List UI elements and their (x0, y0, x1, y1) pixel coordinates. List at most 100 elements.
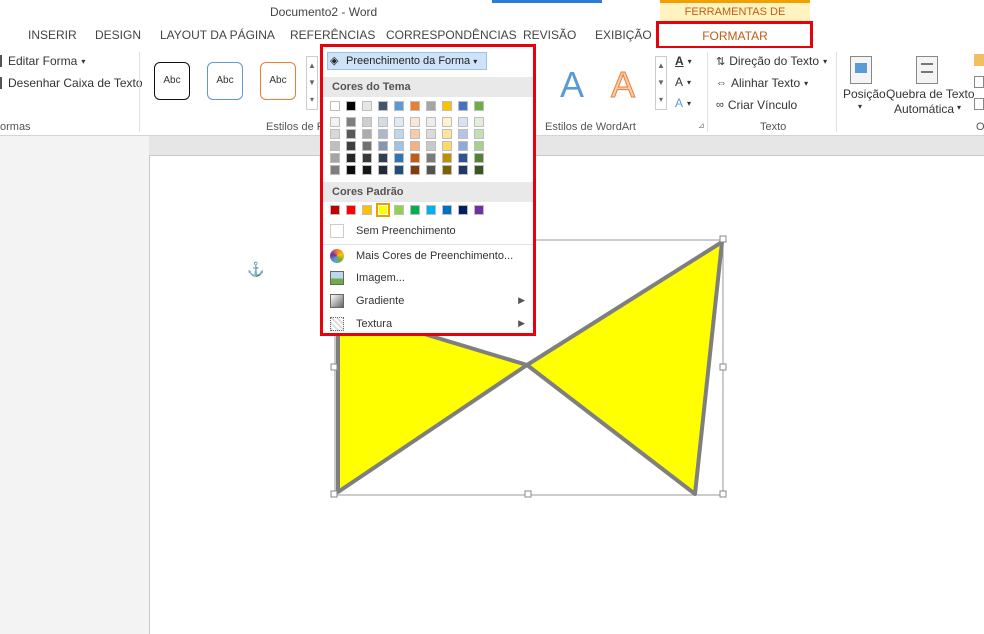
resize-handle[interactable] (719, 490, 727, 498)
theme-color-swatch[interactable] (426, 101, 436, 111)
texture-fill-item[interactable]: Textura ▶ (323, 313, 533, 335)
theme-shade-swatch[interactable] (394, 117, 404, 127)
paint-bucket-icon: ◈ (330, 55, 339, 67)
theme-shade-swatch[interactable] (378, 153, 388, 163)
more-fill-colors-label: Mais Cores de Preenchimento... (356, 250, 514, 262)
submenu-arrow-icon: ▶ (518, 295, 525, 305)
theme-color-swatch[interactable] (330, 101, 340, 111)
theme-shade-swatch[interactable] (442, 153, 452, 163)
theme-shade-swatch[interactable] (442, 117, 452, 127)
standard-color-swatch[interactable] (394, 205, 404, 215)
standard-colors-title: Cores Padrão (323, 182, 533, 202)
resize-handle[interactable] (719, 235, 727, 243)
shape-fill-dropdown: ◈ Preenchimento da Forma ▾ Cores do Tema… (320, 44, 536, 336)
standard-color-swatch[interactable] (376, 203, 390, 217)
standard-color-swatch[interactable] (474, 205, 484, 215)
theme-shade-swatch[interactable] (378, 129, 388, 139)
standard-color-swatch[interactable] (410, 205, 420, 215)
resize-handle[interactable] (330, 363, 338, 371)
theme-color-swatch[interactable] (394, 101, 404, 111)
theme-shade-swatch[interactable] (410, 165, 420, 175)
resize-handle[interactable] (330, 490, 338, 498)
theme-shade-swatch[interactable] (330, 117, 340, 127)
theme-shade-swatch[interactable] (474, 153, 484, 163)
theme-shade-swatch[interactable] (378, 141, 388, 151)
theme-shade-swatch[interactable] (330, 153, 340, 163)
theme-shade-swatch[interactable] (474, 165, 484, 175)
shape-fill-label: Preenchimento da Forma (346, 55, 471, 67)
texture-icon (330, 317, 344, 331)
theme-shade-swatch[interactable] (346, 117, 356, 127)
theme-shade-swatch[interactable] (330, 165, 340, 175)
theme-shade-swatch[interactable] (346, 141, 356, 151)
theme-color-swatch[interactable] (378, 101, 388, 111)
theme-shade-swatch[interactable] (474, 117, 484, 127)
theme-colors-title: Cores do Tema (323, 77, 533, 97)
theme-color-swatch[interactable] (410, 101, 420, 111)
theme-shade-swatch[interactable] (410, 153, 420, 163)
theme-color-swatch[interactable] (474, 101, 484, 111)
theme-shade-swatch[interactable] (442, 141, 452, 151)
gradient-icon (330, 294, 344, 308)
resize-handle[interactable] (719, 363, 727, 371)
standard-color-swatch[interactable] (426, 205, 436, 215)
no-fill-icon (330, 224, 344, 238)
gradient-fill-label: Gradiente (356, 295, 405, 307)
theme-shade-swatch[interactable] (330, 129, 340, 139)
theme-shade-swatch[interactable] (458, 117, 468, 127)
theme-shade-swatch[interactable] (426, 129, 436, 139)
theme-shade-swatch[interactable] (458, 141, 468, 151)
theme-color-swatch[interactable] (442, 101, 452, 111)
theme-shade-swatch[interactable] (426, 153, 436, 163)
theme-shade-swatch[interactable] (394, 153, 404, 163)
theme-shade-swatch[interactable] (362, 129, 372, 139)
theme-shade-swatch[interactable] (410, 117, 420, 127)
submenu-arrow-icon: ▶ (518, 318, 525, 328)
theme-shade-swatch[interactable] (330, 141, 340, 151)
theme-shade-swatch[interactable] (458, 165, 468, 175)
theme-shade-swatch[interactable] (362, 165, 372, 175)
theme-shade-swatch[interactable] (474, 129, 484, 139)
theme-shade-swatch[interactable] (442, 165, 452, 175)
theme-shade-swatch[interactable] (410, 129, 420, 139)
theme-color-swatch[interactable] (458, 101, 468, 111)
picture-fill-item[interactable]: Imagem... (323, 267, 533, 289)
theme-shade-swatch[interactable] (346, 153, 356, 163)
theme-shade-swatch[interactable] (362, 117, 372, 127)
theme-shade-swatch[interactable] (410, 141, 420, 151)
theme-color-swatch[interactable] (346, 101, 356, 111)
standard-color-swatch[interactable] (330, 205, 340, 215)
theme-shade-swatch[interactable] (442, 129, 452, 139)
chevron-down-icon: ▾ (473, 57, 478, 66)
theme-shade-swatch[interactable] (394, 141, 404, 151)
picture-fill-label: Imagem... (356, 272, 405, 284)
theme-shade-swatch[interactable] (426, 117, 436, 127)
theme-shade-swatch[interactable] (362, 153, 372, 163)
standard-color-swatch[interactable] (362, 205, 372, 215)
theme-shade-swatch[interactable] (378, 117, 388, 127)
theme-shade-swatch[interactable] (474, 141, 484, 151)
picture-icon (330, 271, 344, 285)
theme-shade-swatch[interactable] (378, 165, 388, 175)
no-fill-item[interactable]: Sem Preenchimento (323, 220, 533, 242)
resize-handle[interactable] (524, 490, 532, 498)
theme-color-swatch[interactable] (362, 101, 372, 111)
theme-shade-swatch[interactable] (426, 165, 436, 175)
theme-shade-swatch[interactable] (346, 165, 356, 175)
theme-shade-swatch[interactable] (346, 129, 356, 139)
color-wheel-icon (330, 249, 344, 263)
theme-shade-swatch[interactable] (426, 141, 436, 151)
bow-tie-right-triangle[interactable] (525, 240, 724, 496)
standard-color-swatch[interactable] (346, 205, 356, 215)
standard-color-swatch[interactable] (458, 205, 468, 215)
gradient-fill-item[interactable]: Gradiente ▶ (323, 290, 533, 312)
theme-shade-swatch[interactable] (394, 129, 404, 139)
shape-fill-button[interactable]: ◈ Preenchimento da Forma ▾ (327, 52, 487, 70)
theme-shade-swatch[interactable] (362, 141, 372, 151)
no-fill-label: Sem Preenchimento (356, 225, 456, 237)
theme-shade-swatch[interactable] (458, 153, 468, 163)
theme-shade-swatch[interactable] (458, 129, 468, 139)
theme-shade-swatch[interactable] (394, 165, 404, 175)
more-fill-colors-item[interactable]: Mais Cores de Preenchimento... (323, 245, 533, 267)
standard-color-swatch[interactable] (442, 205, 452, 215)
